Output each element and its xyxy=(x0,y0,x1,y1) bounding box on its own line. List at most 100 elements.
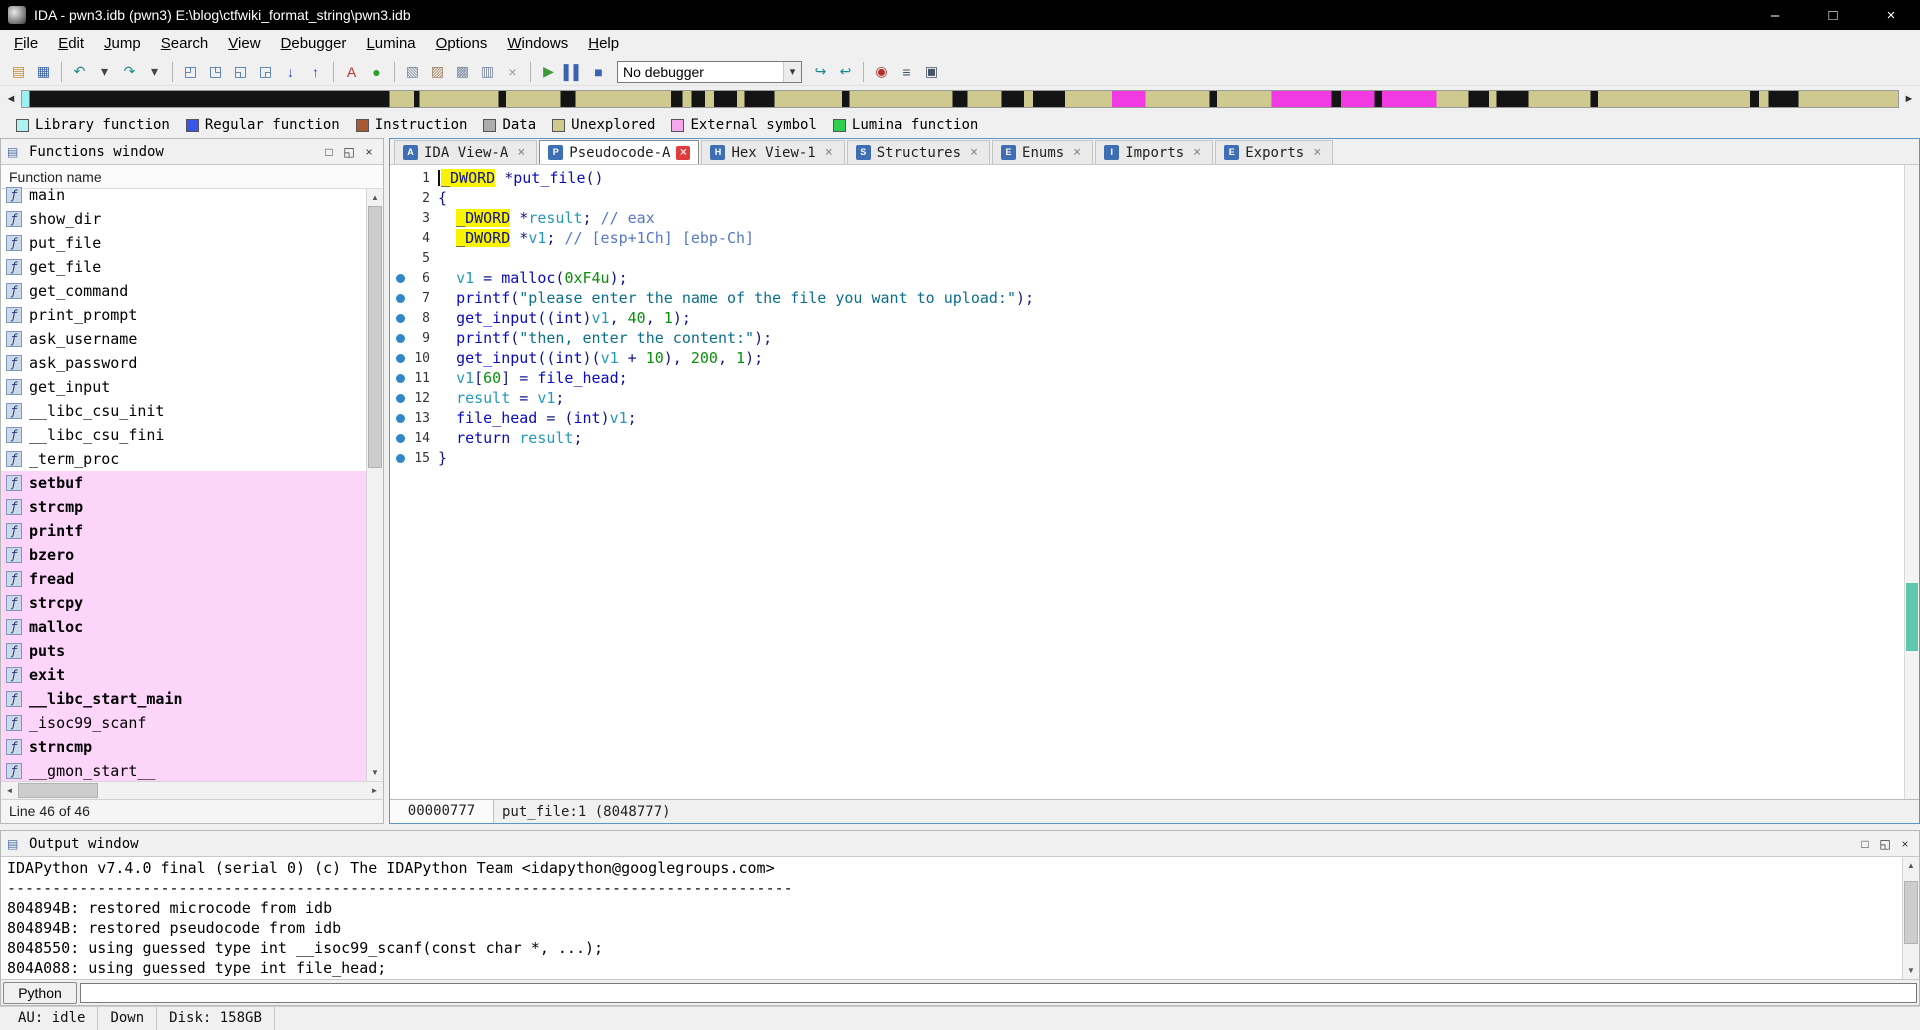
address-dot-icon[interactable] xyxy=(395,353,405,363)
function-list-item[interactable]: ƒ strcmp xyxy=(1,495,366,519)
function-list-item[interactable]: ƒ fread xyxy=(1,567,366,591)
code-token-hl[interactable]: _DWORD xyxy=(456,229,511,247)
minimize-button[interactable]: – xyxy=(1746,0,1804,30)
code-token-fn[interactable]: printf xyxy=(456,289,510,307)
function-list-item[interactable]: ƒ strcpy xyxy=(1,591,366,615)
functions-close-button[interactable]: × xyxy=(359,145,379,159)
functions-vertical-scrollbar[interactable]: ▲ ▼ xyxy=(366,189,383,781)
tab-enums[interactable]: E Enums × xyxy=(992,140,1094,164)
menu-file[interactable]: File xyxy=(4,30,48,58)
tab-ida-view-a[interactable]: A IDA View-A × xyxy=(394,140,538,164)
code-line[interactable]: 7 printf("please enter the name of the f… xyxy=(390,288,1904,308)
tab-close-icon[interactable]: × xyxy=(1310,146,1324,160)
navigate-back-icon[interactable]: ↶ xyxy=(68,61,91,83)
jump-name-icon[interactable]: ◳ xyxy=(204,61,227,83)
watch-list-icon[interactable]: ≡ xyxy=(895,61,918,83)
tab-structures[interactable]: S Structures × xyxy=(846,140,991,164)
code-token-hl[interactable]: _DWORD xyxy=(441,169,496,187)
address-dot-icon[interactable] xyxy=(395,413,405,423)
code-line[interactable]: 2{ xyxy=(390,188,1904,208)
menu-windows[interactable]: Windows xyxy=(497,30,578,58)
functions-horizontal-scrollbar[interactable]: ◄ ► xyxy=(1,781,383,799)
tab-close-icon[interactable]: × xyxy=(514,146,528,160)
detach-process-icon[interactable]: ↩ xyxy=(834,61,857,83)
python-input[interactable] xyxy=(80,982,1917,1003)
address-dot-icon[interactable] xyxy=(395,433,405,443)
back-history-dropdown-icon[interactable]: ▾ xyxy=(93,61,116,83)
tab-close-icon[interactable]: × xyxy=(1070,146,1084,160)
cancel-analysis-icon[interactable]: × xyxy=(501,61,524,83)
code-line[interactable]: 9 printf("then, enter the content:"); xyxy=(390,328,1904,348)
address-dot-icon[interactable] xyxy=(395,293,405,303)
code-token-num[interactable]: 10 xyxy=(646,349,664,367)
function-list-item[interactable]: ƒ get_input xyxy=(1,375,366,399)
debugger-pause-icon[interactable]: ▌▌ xyxy=(562,61,585,83)
code-token-var[interactable]: result xyxy=(528,209,582,227)
scrollbar-thumb[interactable] xyxy=(368,206,382,469)
jump-segment-icon[interactable]: ◱ xyxy=(229,61,252,83)
navband-right-arrow-icon[interactable]: ► xyxy=(1901,93,1917,105)
code-token-num[interactable]: 60 xyxy=(483,369,501,387)
jump-down-icon[interactable]: ↓ xyxy=(279,61,302,83)
function-list-item[interactable]: ƒ printf xyxy=(1,519,366,543)
forward-history-dropdown-icon[interactable]: ▾ xyxy=(143,61,166,83)
tab-hex-view-1[interactable]: H Hex View-1 × xyxy=(701,140,845,164)
menu-search[interactable]: Search xyxy=(151,30,219,58)
jump-problem-icon[interactable]: ◲ xyxy=(254,61,277,83)
tab-close-icon[interactable]: × xyxy=(967,146,981,160)
function-list-item[interactable]: ƒ get_command xyxy=(1,279,366,303)
pseudocode-scrollbar[interactable] xyxy=(1904,165,1919,799)
flow-chart-icon[interactable]: ▧ xyxy=(401,61,424,83)
code-token-var[interactable]: v1 xyxy=(456,369,474,387)
code-line[interactable]: 1 _DWORD *put_file() xyxy=(390,168,1904,188)
breakpoint-list-icon[interactable]: ◉ xyxy=(870,61,893,83)
combo-dropdown-icon[interactable]: ▾ xyxy=(783,61,801,82)
open-database-icon[interactable]: ▤ xyxy=(7,61,30,83)
scroll-down-button[interactable]: ▼ xyxy=(367,764,383,781)
function-list-item[interactable]: ƒ ask_password xyxy=(1,351,366,375)
code-token-glob[interactable]: file_head xyxy=(537,369,618,387)
function-list-item[interactable]: ƒ setbuf xyxy=(1,471,366,495)
scroll-down-button[interactable]: ▼ xyxy=(1903,962,1919,979)
code-token-kw[interactable]: return xyxy=(456,429,510,447)
menu-debugger[interactable]: Debugger xyxy=(271,30,357,58)
address-dot-icon[interactable] xyxy=(395,313,405,323)
code-token-var[interactable]: v1 xyxy=(592,309,610,327)
code-token-glob[interactable]: file_head xyxy=(456,409,537,427)
trace-window-icon[interactable]: ▣ xyxy=(920,61,943,83)
tab-close-icon[interactable]: × xyxy=(676,145,691,160)
code-token-str[interactable]: "then, enter the content:" xyxy=(519,329,754,347)
function-list-item[interactable]: ƒ __libc_start_main xyxy=(1,687,366,711)
code-token-var[interactable]: result xyxy=(519,429,573,447)
code-line[interactable]: 10 get_input((int)(v1 + 10), 200, 1); xyxy=(390,348,1904,368)
functions-restore-button[interactable]: □ xyxy=(319,145,339,159)
function-list-item[interactable]: ƒ malloc xyxy=(1,615,366,639)
scrollbar-track[interactable] xyxy=(1903,874,1919,962)
menu-options[interactable]: Options xyxy=(426,30,498,58)
attach-process-icon[interactable]: ↪ xyxy=(809,61,832,83)
function-list-item[interactable]: ƒ show_dir xyxy=(1,207,366,231)
code-token-num[interactable]: 1 xyxy=(664,309,673,327)
code-line[interactable]: 14 return result; xyxy=(390,428,1904,448)
menu-help[interactable]: Help xyxy=(578,30,629,58)
code-token-var[interactable]: result xyxy=(456,389,510,407)
reanalyze-icon[interactable]: ● xyxy=(365,61,388,83)
menu-jump[interactable]: Jump xyxy=(94,30,151,58)
pseudocode-view[interactable]: 1 _DWORD *put_file() 2{3 _DWORD *result; /… xyxy=(390,165,1904,799)
code-token-fn[interactable]: put_file xyxy=(513,169,585,187)
code-token-num[interactable]: 40 xyxy=(628,309,646,327)
jump-address-icon[interactable]: ◰ xyxy=(179,61,202,83)
code-line[interactable]: 6 v1 = malloc(0xF4u); xyxy=(390,268,1904,288)
function-list-item[interactable]: ƒ __libc_csu_init xyxy=(1,399,366,423)
code-token-kw[interactable]: int xyxy=(555,349,582,367)
code-token-var[interactable]: v1 xyxy=(610,409,628,427)
code-token-num[interactable]: 1 xyxy=(736,349,745,367)
code-token-fn[interactable]: malloc xyxy=(501,269,555,287)
code-line[interactable]: 15} xyxy=(390,448,1904,468)
python-button[interactable]: Python xyxy=(3,981,77,1004)
function-list-item[interactable]: ƒ puts xyxy=(1,639,366,663)
code-token-var[interactable]: v1 xyxy=(537,389,555,407)
code-token-fn[interactable]: get_input xyxy=(456,309,537,327)
menu-edit[interactable]: Edit xyxy=(48,30,94,58)
address-dot-icon[interactable] xyxy=(395,373,405,383)
